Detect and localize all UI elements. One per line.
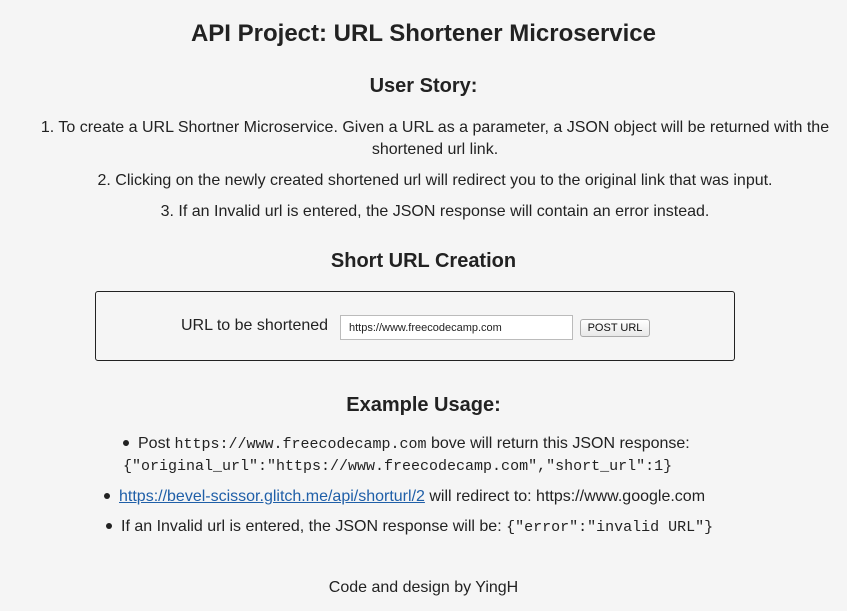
url-input[interactable] (340, 315, 573, 340)
page-title: API Project: URL Shortener Microservice (190, 20, 657, 47)
bullet-icon (123, 439, 129, 446)
user-story-item-3: 3. If an Invalid url is entered, the JSO… (160, 203, 710, 220)
example-usage-heading: Example Usage: (346, 394, 501, 416)
user-story-list: 1. To create a URL Shortner Microservice… (40, 117, 830, 232)
post-url-button[interactable]: POST URL (580, 319, 650, 337)
example-1-json: {"original_url":"https://www.freecodecam… (123, 458, 673, 475)
url-input-label: URL to be shortened (181, 317, 329, 334)
example-3-text: If an Invalid url is entered, the JSON r… (121, 518, 502, 535)
example-shorturl-link[interactable]: https://bevel-scissor.glitch.me/api/shor… (119, 488, 425, 505)
example-item-1: Post https://www.freecodecamp.com bove w… (123, 434, 690, 455)
user-story-item-2: 2. Clicking on the newly created shorten… (97, 172, 773, 189)
example-1-prefix: Post (138, 435, 171, 452)
example-1-text: bove will return this JSON response: (430, 435, 690, 452)
short-url-creation-heading: Short URL Creation (330, 250, 517, 272)
example-1-code-url: https://www.freecodecamp.com (174, 436, 427, 453)
example-item-3: If an Invalid url is entered, the JSON r… (106, 517, 713, 538)
bullet-icon (106, 522, 112, 529)
example-item-2: https://bevel-scissor.glitch.me/api/shor… (104, 487, 705, 507)
user-story-item-1: 1. To create a URL Shortner Microservice… (40, 119, 830, 158)
user-story-heading: User Story: (369, 75, 478, 97)
bullet-icon (104, 492, 110, 499)
example-2-text: will redirect to: https://www.google.com (424, 488, 706, 505)
shorten-url-form: URL to be shortened POST URL (95, 291, 735, 361)
footer-credit: Code and design by YingH (328, 579, 519, 596)
example-3-json: {"error":"invalid URL"} (506, 519, 714, 536)
